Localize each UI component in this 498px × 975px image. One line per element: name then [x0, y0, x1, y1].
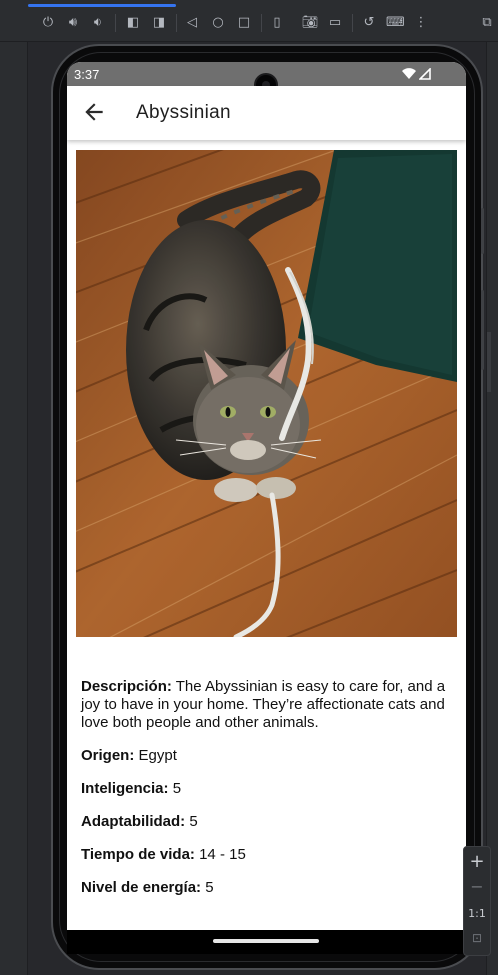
- zoom-controls: + − 1:1 ⊡: [463, 846, 491, 956]
- more-icon[interactable]: ⋮: [412, 14, 430, 32]
- navigation-bar: [67, 930, 466, 954]
- detail-intelligence: Inteligencia: 5: [81, 780, 453, 798]
- phone-side-button: [481, 208, 484, 254]
- breed-details: Descripción: The Abyssinian is easy to c…: [81, 678, 453, 912]
- home-icon[interactable]: ○: [209, 14, 227, 32]
- back-arrow-icon[interactable]: [81, 99, 107, 125]
- toolbar-separator: [115, 14, 116, 32]
- phone-screen: 3:37 Abyssinian Descripción: The Abyssin…: [67, 62, 466, 930]
- detail-adaptability: Adaptabilidad: 5: [81, 813, 453, 831]
- detail-origin: Origen: Egypt: [81, 747, 453, 765]
- left-tool-panel: [0, 42, 28, 975]
- rotate-right-icon[interactable]: ◨: [150, 14, 168, 32]
- emulator-toolbar: ⏻ 🔊︎ 🔉︎ ◧ ◨ ◁ ○ □ ▯ 📷︎ ▭ ↺ ⌨ ⋮ ⧉: [0, 0, 498, 42]
- zoom-out-button[interactable]: −: [464, 877, 490, 896]
- signal-icon: [419, 68, 431, 80]
- status-icons: [402, 68, 431, 80]
- zoom-in-button[interactable]: +: [464, 851, 490, 872]
- page-title: Abyssinian: [136, 102, 231, 123]
- detail-label: Adaptabilidad:: [81, 813, 186, 830]
- detail-value: Egypt: [134, 747, 177, 764]
- volume-down-icon[interactable]: 🔉︎: [89, 14, 107, 32]
- status-time: 3:37: [74, 67, 100, 82]
- detail-value: 5: [168, 780, 182, 797]
- volume-up-icon[interactable]: 🔊︎: [64, 14, 82, 32]
- home-gesture-handle[interactable]: [213, 939, 319, 943]
- zoom-actual-size-button[interactable]: 1:1: [464, 907, 490, 920]
- detail-label: Inteligencia:: [81, 780, 169, 797]
- reset-icon[interactable]: ↺: [360, 14, 378, 32]
- active-tab-indicator: [28, 4, 176, 7]
- toolbar-separator: [176, 14, 177, 32]
- detail-lifespan: Tiempo de vida: 14 - 15: [81, 846, 453, 864]
- window-icon[interactable]: ⧉: [478, 14, 496, 32]
- wifi-icon: [402, 68, 416, 79]
- rotate-left-icon[interactable]: ◧: [124, 14, 142, 32]
- camera-icon[interactable]: 📷︎: [301, 14, 319, 32]
- overview-icon[interactable]: □: [235, 14, 253, 32]
- detail-description: Descripción: The Abyssinian is easy to c…: [81, 678, 453, 732]
- detail-value: 5: [185, 813, 198, 830]
- detail-value: 14 - 15: [194, 846, 246, 863]
- power-icon[interactable]: ⏻: [39, 14, 57, 32]
- back-icon[interactable]: ◁: [183, 14, 201, 32]
- right-tool-strip: [486, 42, 498, 975]
- detail-label: Nivel de energía:: [81, 879, 202, 896]
- phone-volume-button: [481, 290, 484, 370]
- scroll-thumb[interactable]: [487, 332, 491, 392]
- cat-image: [76, 150, 457, 637]
- toolbar-separator: [352, 14, 353, 32]
- toolbar-separator: [261, 14, 262, 32]
- detail-label: Descripción:: [81, 678, 172, 695]
- fold-icon[interactable]: ▯: [268, 14, 286, 32]
- detail-value: 5: [201, 879, 214, 896]
- fit-screen-icon[interactable]: ⊡: [464, 931, 490, 945]
- record-icon[interactable]: ▭: [326, 14, 344, 32]
- keyboard-icon[interactable]: ⌨: [386, 14, 405, 32]
- detail-energy: Nivel de energía: 5: [81, 879, 453, 897]
- app-bar: Abyssinian: [67, 86, 466, 140]
- detail-label: Origen:: [81, 747, 135, 764]
- detail-label: Tiempo de vida:: [81, 846, 195, 863]
